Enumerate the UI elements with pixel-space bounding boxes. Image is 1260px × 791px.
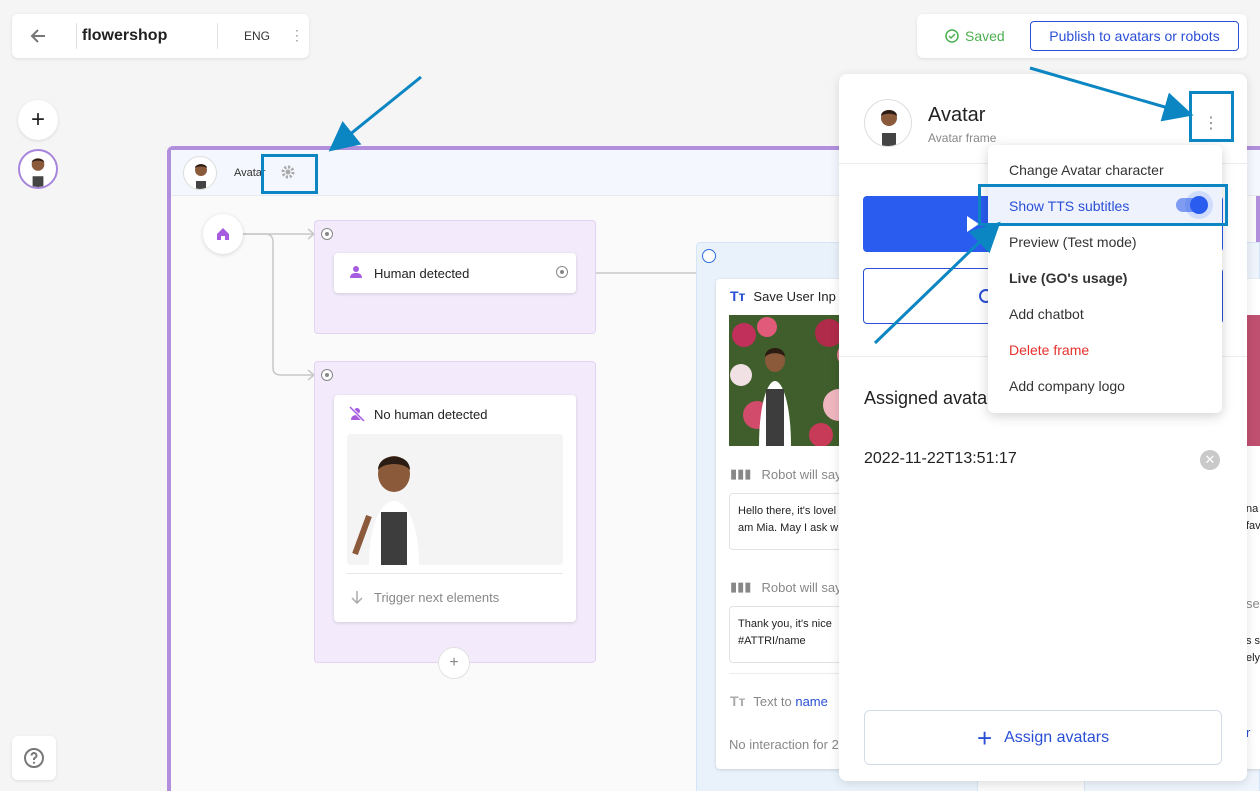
close-icon[interactable]: ✕ [1200, 450, 1220, 470]
start-node[interactable] [203, 214, 243, 254]
annotation-box [1189, 91, 1234, 142]
annotation-box [261, 154, 318, 194]
text-icon: Tт [730, 288, 746, 304]
port-icon[interactable] [702, 249, 716, 263]
trigger-next-link[interactable]: Trigger next elements [374, 590, 499, 605]
robot-will-say-label: ▮▮▮ Robot will say [730, 466, 842, 482]
plus-icon: + [976, 722, 993, 753]
variable-link[interactable]: name [795, 694, 828, 709]
saved-label: Saved [965, 28, 1005, 44]
help-icon [24, 748, 44, 768]
person-off-icon [349, 406, 365, 422]
panel-avatar [864, 99, 912, 147]
divider [347, 573, 563, 574]
port-icon[interactable] [556, 266, 568, 278]
plus-icon: + [449, 654, 459, 671]
home-icon [217, 228, 229, 240]
avatar-icon [27, 158, 49, 187]
robot-message-box[interactable]: Thank you, it's nice #ATTRI/name [729, 606, 856, 663]
project-title[interactable]: flowershop [82, 27, 167, 45]
back-arrow-icon[interactable] [28, 26, 48, 46]
assign-avatars-label: Assign avatars [1004, 728, 1110, 746]
peek-text: se [1246, 596, 1260, 611]
panel-title: Avatar [928, 104, 986, 126]
rail-avatar-thumbnail[interactable] [18, 149, 58, 189]
text-to-variable: Tт Text to name [730, 693, 828, 709]
check-circle-icon [945, 29, 959, 43]
port-icon[interactable] [321, 228, 333, 240]
annotation-box [978, 184, 1228, 226]
divider [217, 23, 218, 49]
divider [76, 23, 77, 49]
flowershop-image [729, 315, 856, 446]
add-frame-button[interactable]: + [18, 100, 58, 140]
peek-text: s s [1246, 635, 1260, 647]
robot-will-say-label: ▮▮▮ Robot will say [730, 579, 842, 595]
arrow-down-icon [351, 591, 363, 604]
add-node-button[interactable]: + [438, 647, 470, 679]
node-header: Tт Save User Inp [730, 288, 836, 304]
text-icon: Tт [730, 693, 746, 709]
publish-button[interactable]: Publish to avatars or robots [1030, 21, 1239, 51]
menu-item-preview[interactable]: Preview (Test mode) [1009, 234, 1137, 250]
avatar-preview-image [347, 434, 563, 565]
project-bar: flowershop ENG ⋮ [12, 14, 309, 58]
menu-item-add-chatbot[interactable]: Add chatbot [1009, 306, 1084, 322]
human-detected-node[interactable]: Human detected [334, 253, 576, 293]
frame-avatar [183, 156, 217, 190]
robot-message-box[interactable]: Hello there, it's lovel am Mia. May I as… [729, 493, 856, 550]
saved-status: Saved [945, 28, 1005, 44]
text-to-prefix: Text to [753, 693, 792, 709]
peek-text: fav [1246, 520, 1260, 532]
flowershop-image [1246, 315, 1260, 446]
menu-item-delete-frame[interactable]: Delete frame [1009, 342, 1089, 358]
node-label: No human detected [374, 407, 488, 422]
node-title: Save User Inp [753, 288, 836, 304]
port-icon[interactable] [321, 369, 333, 381]
language-selector[interactable]: ENG [244, 29, 270, 43]
peek-text: ely [1246, 652, 1260, 664]
menu-item-live[interactable]: Live (GO's usage) [1009, 270, 1127, 286]
plus-icon: + [30, 106, 45, 133]
sound-wave-icon: ▮▮▮ [730, 579, 752, 594]
save-user-input-node[interactable]: Tт Save User Inp ▮▮▮ Robot will say Hell… [716, 279, 856, 769]
assigned-avatars-heading: Assigned avata [864, 388, 988, 408]
save-bar: Saved Publish to avatars or robots [917, 14, 1247, 58]
peek-text: na [1246, 503, 1259, 515]
menu-item-change-avatar[interactable]: Change Avatar character [1009, 162, 1164, 178]
help-button[interactable] [12, 736, 56, 780]
sound-wave-icon: ▮▮▮ [730, 466, 752, 481]
person-icon [350, 266, 362, 278]
divider [729, 673, 856, 674]
no-interaction-label: No interaction for 2 [729, 737, 839, 752]
assigned-avatar-item: 2022-11-22T13:51:17 [864, 450, 1017, 467]
assign-avatars-button[interactable]: + Assign avatars [864, 710, 1222, 765]
kebab-icon[interactable]: ⋮ [290, 28, 304, 42]
panel-subtitle: Avatar frame [928, 131, 997, 145]
menu-item-add-logo[interactable]: Add company logo [1009, 378, 1125, 394]
node-label: Human detected [374, 266, 470, 281]
no-human-detected-node[interactable]: No human detected Trigger next elements [334, 395, 576, 622]
